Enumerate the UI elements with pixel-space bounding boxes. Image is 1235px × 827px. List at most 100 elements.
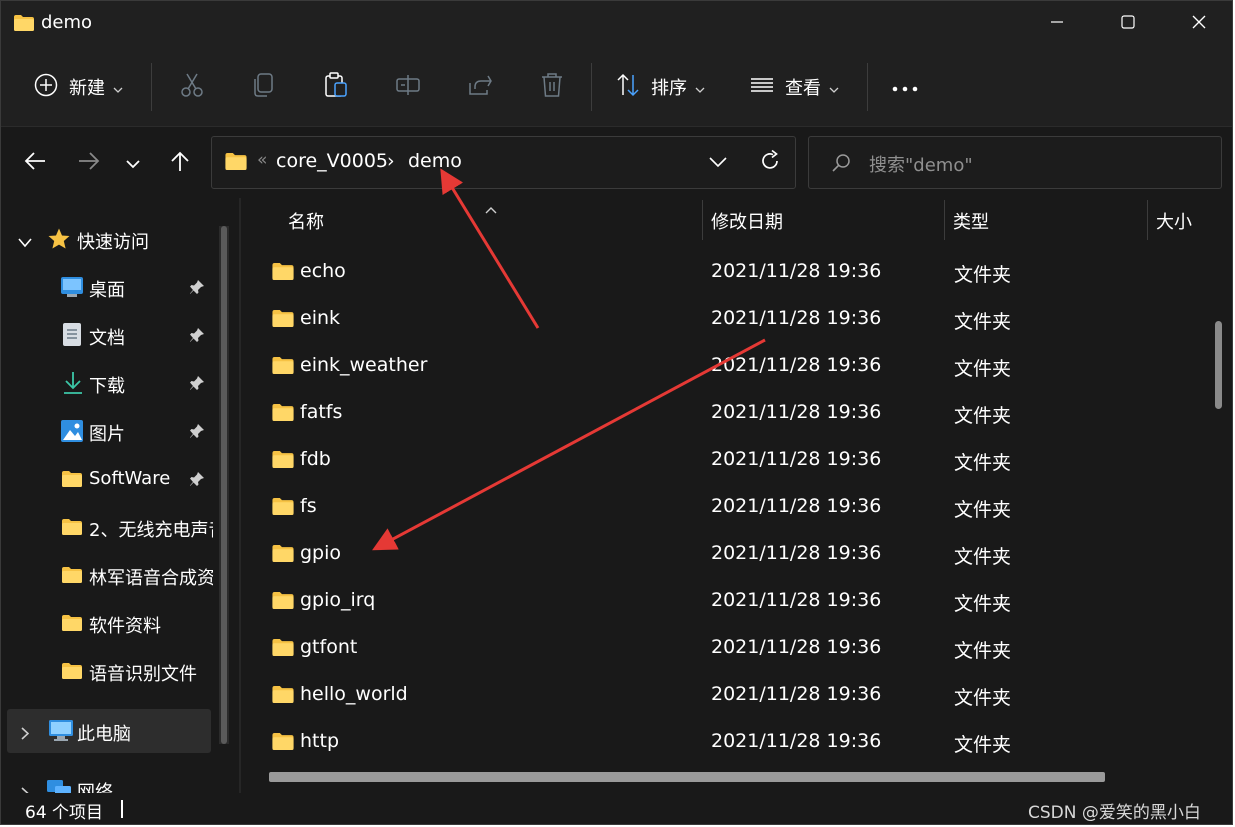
close-button[interactable]: [1164, 1, 1232, 47]
file-row[interactable]: fatfs 2021/11/28 19:36 文件夹: [261, 389, 1201, 436]
file-modified: 2021/11/28 19:36: [711, 589, 882, 611]
sidebar-scrollbar[interactable]: [219, 226, 229, 744]
file-row[interactable]: gpio 2021/11/28 19:36 文件夹: [261, 530, 1201, 577]
status-bar: 64 个项目 CSDN @爱笑的黑小白: [1, 793, 1232, 824]
sidebar-item-this-pc[interactable]: 此电脑: [7, 709, 211, 753]
file-row[interactable]: gtfont 2021/11/28 19:36 文件夹: [261, 624, 1201, 671]
file-modified: 2021/11/28 19:36: [711, 636, 882, 658]
arrow-left-icon: [24, 151, 46, 175]
more-button[interactable]: [891, 67, 919, 107]
folder-icon: [271, 309, 295, 332]
column-header-label: 修改日期: [711, 212, 783, 233]
arrow-right-icon: [78, 151, 100, 175]
file-row[interactable]: fdb 2021/11/28 19:36 文件夹: [261, 436, 1201, 483]
sidebar-item-folder[interactable]: 2、无线充电声音: [1, 505, 219, 549]
refresh-icon[interactable]: [758, 149, 782, 177]
back-button[interactable]: [18, 146, 52, 180]
cut-icon: [179, 72, 205, 102]
breadcrumb-item[interactable]: core_V0005: [276, 150, 388, 172]
new-button[interactable]: 新建: [33, 67, 123, 107]
sort-button[interactable]: 排序: [615, 67, 705, 107]
column-header-modified[interactable]: 修改日期: [711, 198, 783, 244]
file-modified: 2021/11/28 19:36: [711, 354, 882, 376]
sidebar-item-folder[interactable]: 软件资料: [1, 601, 219, 645]
paste-button[interactable]: [323, 67, 349, 107]
view-button[interactable]: 查看: [749, 67, 839, 107]
file-row[interactable]: hello_world 2021/11/28 19:36 文件夹: [261, 671, 1201, 718]
folder-icon: [13, 14, 35, 36]
file-row[interactable]: echo 2021/11/28 19:36 文件夹: [261, 248, 1201, 295]
search-box[interactable]: 搜索"demo": [808, 136, 1222, 189]
file-row[interactable]: eink_weather 2021/11/28 19:36 文件夹: [261, 342, 1201, 389]
file-type: 文件夹: [954, 358, 1012, 380]
sidebar-item-downloads[interactable]: 下载: [1, 361, 219, 405]
file-row[interactable]: gpio_irq 2021/11/28 19:36 文件夹: [261, 577, 1201, 624]
chevron-down-icon: [695, 78, 705, 97]
desktop-icon: [61, 277, 83, 301]
file-list-vertical-scrollbar[interactable]: [1212, 198, 1226, 773]
folder-icon: [61, 470, 83, 492]
column-header-size[interactable]: 大小: [1156, 198, 1192, 244]
chevron-right-icon: [21, 785, 29, 793]
window-title: demo: [41, 12, 93, 33]
copy-button[interactable]: [251, 67, 277, 107]
file-row[interactable]: fs 2021/11/28 19:36 文件夹: [261, 483, 1201, 530]
breadcrumb-item[interactable]: demo: [408, 150, 462, 172]
sidebar-item-label: 语音识别文件: [89, 664, 197, 685]
file-list-horizontal-scrollbar[interactable]: [269, 772, 1105, 782]
scrollbar-thumb[interactable]: [221, 226, 227, 744]
up-button[interactable]: [163, 146, 197, 180]
column-header-name[interactable]: 名称: [288, 198, 324, 244]
forward-button[interactable]: [72, 146, 106, 180]
scrollbar-thumb[interactable]: [1215, 321, 1222, 409]
breadcrumb-separator[interactable]: ›: [387, 150, 395, 172]
sidebar-item-label: SoftWare: [89, 468, 171, 489]
paste-icon: [323, 72, 349, 102]
file-row[interactable]: http 2021/11/28 19:36 文件夹: [261, 718, 1201, 765]
delete-button[interactable]: [539, 67, 565, 107]
item-count: 64 个项目: [25, 803, 104, 823]
sidebar-item-quick-access[interactable]: 快速访问: [1, 217, 219, 261]
recent-locations-button[interactable]: [116, 146, 150, 180]
sidebar-item-pictures[interactable]: 图片: [1, 409, 219, 453]
folder-icon: [61, 566, 83, 588]
file-explorer-window: demo 新建 排序 查看 « core_V0005 › demo 搜索"dem…: [0, 0, 1233, 825]
sidebar-item-desktop[interactable]: 桌面: [1, 265, 219, 309]
network-icon: [47, 780, 71, 793]
sidebar-item-folder[interactable]: 林军语音合成资料: [1, 553, 219, 597]
column-divider[interactable]: [1147, 200, 1148, 240]
cut-button[interactable]: [179, 67, 205, 107]
column-divider[interactable]: [702, 200, 703, 240]
maximize-button[interactable]: [1093, 1, 1163, 47]
address-bar[interactable]: « core_V0005 › demo: [211, 136, 796, 189]
folder-icon: [224, 152, 248, 175]
navigation-pane: 快速访问 桌面 文档 下载 图片 SoftWare 2、无线充电声音 林军语音合…: [1, 198, 239, 793]
folder-icon: [271, 638, 295, 661]
pin-icon: [189, 327, 205, 347]
share-button[interactable]: [467, 67, 493, 107]
folder-icon: [271, 591, 295, 614]
sidebar-item-folder[interactable]: 语音识别文件: [1, 649, 219, 693]
folder-icon: [271, 732, 295, 755]
pin-icon: [189, 423, 205, 443]
view-list-icon: [749, 72, 775, 102]
folder-icon: [271, 403, 295, 426]
sidebar-item-software[interactable]: SoftWare: [1, 457, 219, 501]
sidebar-item-documents[interactable]: 文档: [1, 313, 219, 357]
file-row[interactable]: eink 2021/11/28 19:36 文件夹: [261, 295, 1201, 342]
folder-icon: [271, 497, 295, 520]
address-dropdown-icon[interactable]: [708, 151, 728, 177]
breadcrumb-overflow[interactable]: «: [257, 150, 267, 170]
file-list: 名称 修改日期 类型 大小 echo 2021/11/28 19:36 文件夹 …: [241, 198, 1232, 793]
minimize-button[interactable]: [1022, 1, 1092, 47]
column-divider[interactable]: [944, 200, 945, 240]
watermark-text: CSDN @爱笑的黑小白: [1028, 803, 1201, 823]
file-name: http: [300, 730, 340, 752]
file-name: echo: [300, 260, 346, 282]
column-header-type[interactable]: 类型: [953, 198, 989, 244]
sidebar-item-network[interactable]: 网络: [1, 769, 219, 793]
document-icon: [63, 323, 81, 350]
file-name: eink: [300, 307, 341, 329]
file-name: gtfont: [300, 636, 358, 658]
rename-button[interactable]: [395, 67, 421, 107]
